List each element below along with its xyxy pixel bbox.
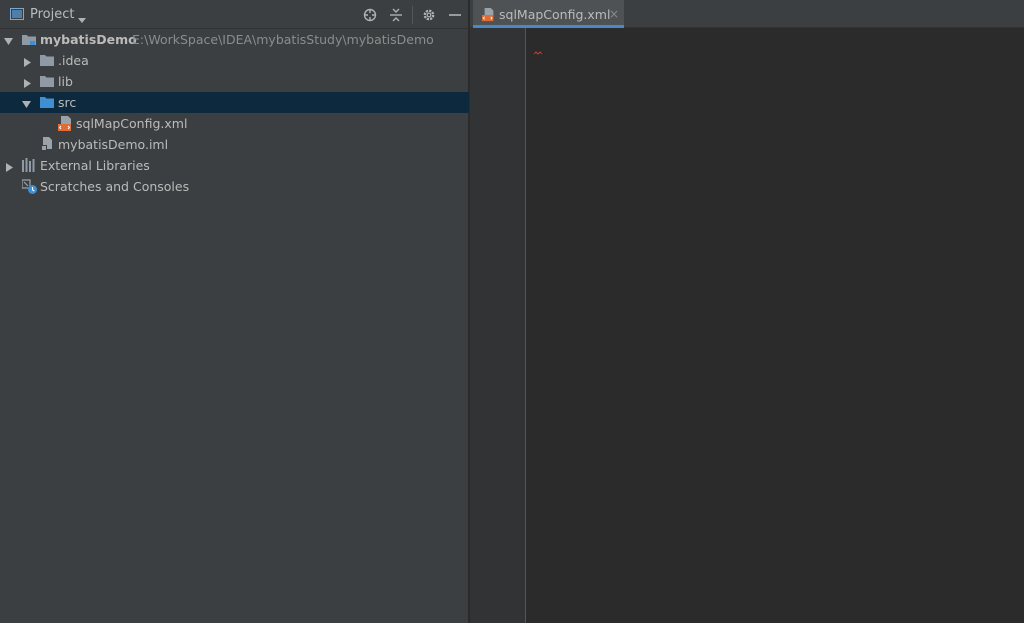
tree-item-label: mybatisDemo — [40, 32, 137, 47]
collapsed-arrow-icon[interactable] — [23, 56, 32, 70]
module-path: E:\WorkSpace\IDEA\mybatisStudy\mybatisDe… — [132, 32, 434, 47]
xml-file-icon — [482, 8, 496, 25]
tab-label: sqlMapConfig.xml — [499, 7, 611, 22]
tree-item-lib[interactable]: lib — [0, 71, 469, 92]
collapsed-arrow-icon[interactable] — [23, 77, 32, 91]
libraries-icon — [22, 158, 37, 175]
collapsed-arrow-icon[interactable] — [5, 161, 14, 175]
tree-item-label: .idea — [58, 53, 89, 68]
locate-icon[interactable] — [362, 7, 378, 23]
tree-item-label: External Libraries — [40, 158, 150, 173]
xml-file-icon — [58, 116, 74, 135]
tree-item-src[interactable]: src — [0, 92, 469, 113]
gear-icon[interactable] — [421, 7, 437, 23]
tree-item-mybatisdemo[interactable]: mybatisDemo E:\WorkSpace\IDEA\mybatisStu… — [0, 29, 469, 50]
editor-tab-bar: sqlMapConfig.xml × — [470, 0, 1024, 28]
project-panel: Project mybatisDemo E:\WorkSpace\IDEA\my… — [0, 0, 469, 623]
scratches-icon — [21, 179, 38, 198]
tree-item-iml[interactable]: mybatisDemo.iml — [0, 134, 469, 155]
tree-item-label: src — [58, 95, 77, 110]
tree-item-label: Scratches and Consoles — [40, 179, 190, 194]
editor-gutter — [470, 28, 526, 623]
minimize-icon[interactable] — [447, 7, 463, 23]
tree-item-idea[interactable]: .idea — [0, 50, 469, 71]
tree-item-label: lib — [58, 74, 73, 89]
module-folder-icon — [22, 32, 36, 49]
editor-tab-sqlmapconfig[interactable]: sqlMapConfig.xml × — [473, 0, 624, 28]
iml-file-icon — [41, 137, 55, 154]
tree-item-sqlmapconfig[interactable]: sqlMapConfig.xml — [0, 113, 469, 134]
project-view-icon — [10, 8, 24, 23]
expanded-arrow-icon[interactable] — [4, 35, 13, 49]
expanded-arrow-icon[interactable] — [22, 98, 31, 112]
source-folder-icon — [40, 95, 54, 112]
folder-icon — [40, 53, 54, 70]
tree-item-external-libraries[interactable]: External Libraries — [0, 155, 469, 176]
header-separator — [412, 6, 413, 24]
folder-icon — [40, 74, 54, 91]
view-dropdown-chevron-icon[interactable] — [78, 12, 86, 26]
tree-item-scratches[interactable]: Scratches and Consoles — [0, 176, 469, 197]
project-panel-header: Project — [0, 0, 469, 29]
tree-item-label: mybatisDemo.iml — [58, 137, 169, 152]
collapse-all-icon[interactable] — [388, 7, 404, 23]
close-icon[interactable]: × — [609, 7, 619, 21]
tree-item-label: sqlMapConfig.xml — [76, 116, 188, 131]
editor-text-area[interactable] — [527, 28, 1024, 623]
project-view-title[interactable]: Project — [30, 7, 74, 22]
error-squiggle — [533, 44, 543, 58]
